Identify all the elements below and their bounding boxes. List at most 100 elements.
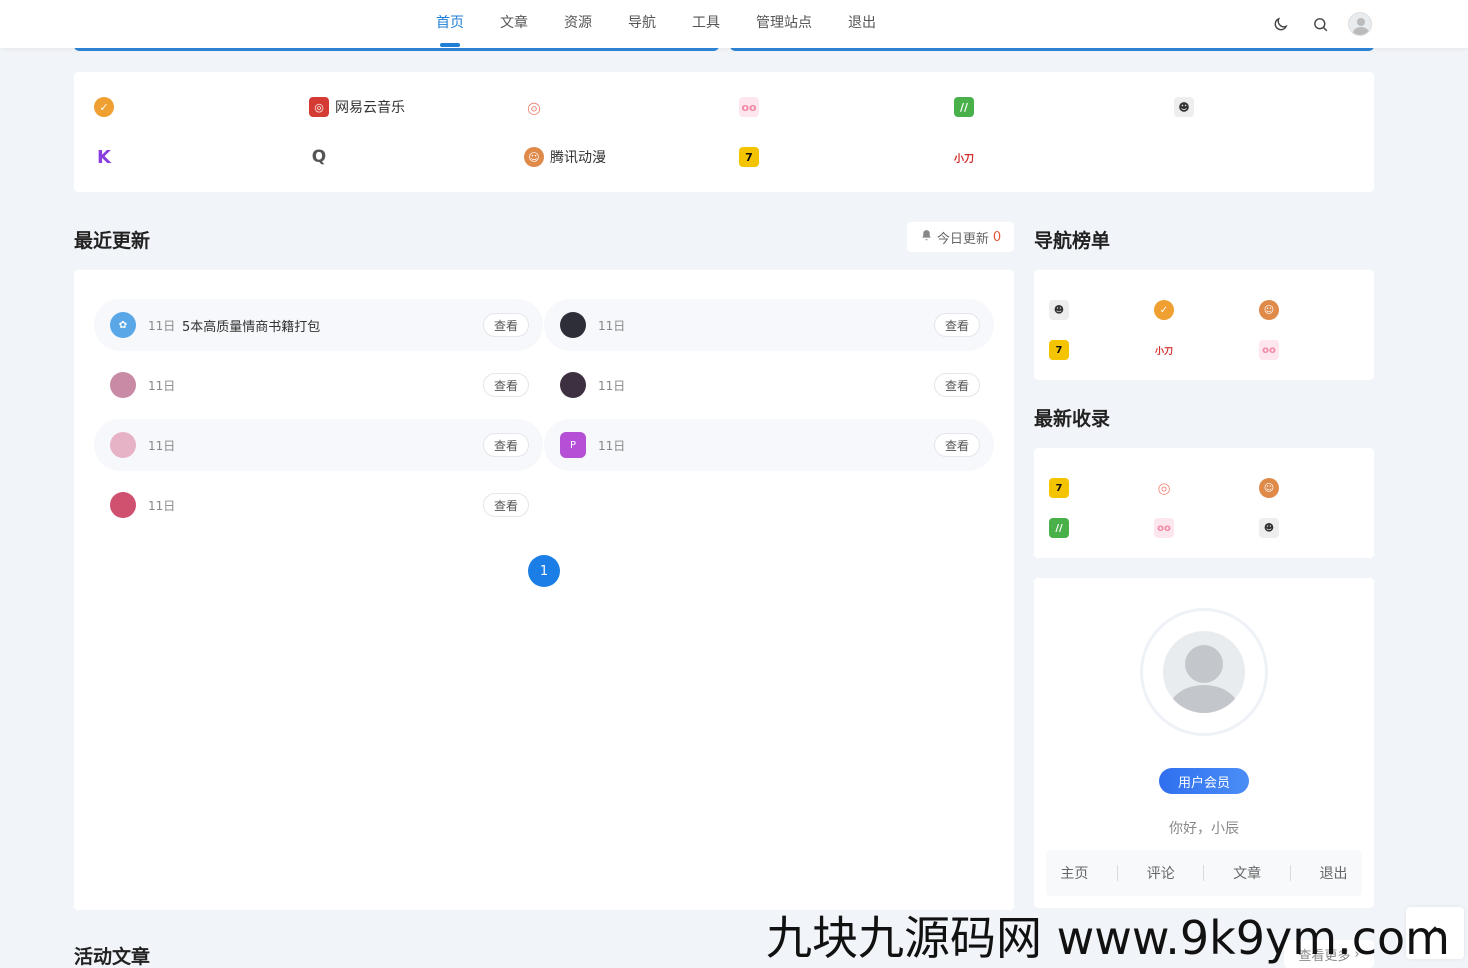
view-button[interactable]: 查看: [483, 493, 529, 517]
list-item[interactable]: ✿ 11日 5本高质量情商书籍打包 查看: [94, 299, 543, 351]
item-date: 11日: [148, 438, 176, 453]
link-item[interactable]: ◎: [524, 95, 550, 119]
user-menu: 主页 评论 文章 退出: [1046, 850, 1362, 896]
tencent-comic-icon: ☺: [524, 147, 544, 167]
link-item[interactable]: ☺ 腾讯动漫: [524, 145, 606, 169]
item-date: 11日: [148, 498, 176, 513]
pig-icon[interactable]: oo: [1259, 340, 1279, 360]
item-avatar: [560, 372, 586, 398]
nav-item-navigation[interactable]: 导航: [610, 0, 674, 48]
nav-item-logout[interactable]: 退出: [830, 0, 894, 48]
today-updates-label: 今日更新: [936, 231, 989, 247]
link-item[interactable]: //: [954, 95, 980, 119]
link-item[interactable]: 小刀: [954, 145, 980, 169]
seven-icon[interactable]: 7: [1049, 340, 1069, 360]
item-avatar: [110, 372, 136, 398]
q-letter-icon: Q: [309, 147, 329, 167]
divider: [1117, 865, 1119, 881]
item-date: 11日: [148, 378, 176, 393]
member-badge[interactable]: 用户会员: [1159, 768, 1249, 794]
item-date: 11日: [598, 438, 626, 453]
item-date: 11日: [598, 318, 626, 333]
link-grid: ✓ ◎ 网易云音乐 ◎ oo // ☻ K Q ☺ 腾讯动漫 7 小刀: [74, 72, 1374, 192]
list-item[interactable]: 11日 查看: [94, 359, 543, 411]
list-item[interactable]: P 11日 查看: [544, 419, 994, 471]
search-icon[interactable]: [1308, 12, 1332, 36]
link-item[interactable]: oo: [739, 95, 765, 119]
link-item[interactable]: K: [94, 145, 120, 169]
list-item[interactable]: 11日 查看: [544, 299, 994, 351]
nav-ranking-card: ☻ ✓ ☺ 7 小刀 oo: [1034, 270, 1374, 380]
today-updates-badge[interactable]: 今日更新 0: [907, 222, 1014, 252]
list-item[interactable]: 11日 查看: [94, 419, 543, 471]
divider: [1203, 865, 1205, 881]
user-avatar[interactable]: [1163, 631, 1245, 713]
user-menu-logout[interactable]: 退出: [1320, 863, 1348, 883]
item-title: 5本高质量情商书籍打包: [182, 319, 321, 335]
tencent-comic-icon[interactable]: ☺: [1259, 478, 1279, 498]
nav-item-resources[interactable]: 资源: [546, 0, 610, 48]
list-item[interactable]: 11日 查看: [544, 359, 994, 411]
link-item[interactable]: 7: [739, 145, 765, 169]
seven-icon: 7: [739, 147, 759, 167]
verified-badge-icon: ✓: [94, 97, 114, 117]
user-menu-comments[interactable]: 评论: [1147, 863, 1175, 883]
main-nav: 首页 文章 资源 导航 工具 管理站点 退出: [418, 0, 894, 48]
link-item[interactable]: ◎ 网易云音乐: [309, 95, 405, 119]
nav-ranking-title: 导航榜单: [1034, 230, 1111, 252]
tencent-comic-icon[interactable]: ☺: [1259, 300, 1279, 320]
target-icon: ◎: [524, 97, 544, 117]
avatar[interactable]: [1348, 12, 1372, 36]
view-button[interactable]: 查看: [483, 433, 529, 457]
pig-icon[interactable]: oo: [1154, 518, 1174, 538]
nav-item-tools[interactable]: 工具: [674, 0, 738, 48]
ninja-icon: ☻: [1174, 97, 1194, 117]
item-date: 11日: [148, 318, 176, 333]
bell-icon: [920, 229, 933, 246]
nav-item-home[interactable]: 首页: [418, 0, 482, 48]
link-item[interactable]: Q: [309, 145, 335, 169]
latest-included-card: 7 ◎ ☺ // oo ☻: [1034, 448, 1374, 558]
pagination-page-1[interactable]: 1: [528, 555, 560, 587]
user-profile-card: 用户会员 你好，小辰 主页 评论 文章 退出: [1034, 578, 1374, 908]
activity-articles-title: 活动文章: [74, 946, 151, 968]
user-greeting: 你好，小辰: [1169, 821, 1239, 837]
item-date: 11日: [598, 378, 626, 393]
link-label: 腾讯动漫: [550, 150, 606, 166]
divider: [1289, 865, 1291, 881]
ninja-icon[interactable]: ☻: [1049, 300, 1069, 320]
top-navbar: 首页 文章 资源 导航 工具 管理站点 退出: [0, 0, 1468, 48]
user-menu-home[interactable]: 主页: [1060, 863, 1088, 883]
view-button[interactable]: 查看: [934, 373, 980, 397]
today-updates-count: 0: [992, 229, 1002, 245]
view-button[interactable]: 查看: [934, 433, 980, 457]
leaf-app-icon[interactable]: //: [1049, 518, 1069, 538]
verified-badge-icon[interactable]: ✓: [1154, 300, 1174, 320]
ninja-icon[interactable]: ☻: [1259, 518, 1279, 538]
list-item[interactable]: 11日 查看: [94, 479, 543, 531]
xiaodao-icon: 小刀: [954, 147, 974, 167]
view-button[interactable]: 查看: [483, 373, 529, 397]
watermark: 九块九源码网 www.9k9ym.com: [766, 911, 1450, 965]
recent-updates-card: ✿ 11日 5本高质量情商书籍打包 查看 11日 查看 11日 查看 11日 查…: [74, 270, 1014, 910]
user-menu-articles[interactable]: 文章: [1233, 863, 1261, 883]
leaf-app-icon: //: [954, 97, 974, 117]
seven-icon[interactable]: 7: [1049, 478, 1069, 498]
link-item[interactable]: ✓: [94, 95, 120, 119]
link-item[interactable]: ☻: [1174, 95, 1200, 119]
pig-icon: oo: [739, 97, 759, 117]
netease-music-icon: ◎: [309, 97, 329, 117]
k-letter-icon: K: [94, 147, 114, 168]
nav-item-admin[interactable]: 管理站点: [738, 0, 830, 48]
item-avatar: ✿: [110, 312, 136, 338]
target-icon[interactable]: ◎: [1154, 478, 1174, 498]
xiaodao-icon[interactable]: 小刀: [1154, 340, 1174, 360]
link-label: 网易云音乐: [335, 100, 405, 116]
moon-icon[interactable]: [1268, 12, 1292, 36]
item-avatar: [560, 312, 586, 338]
view-button[interactable]: 查看: [934, 313, 980, 337]
view-button[interactable]: 查看: [483, 313, 529, 337]
nav-item-articles[interactable]: 文章: [482, 0, 546, 48]
item-avatar: P: [560, 432, 586, 458]
item-avatar: [110, 432, 136, 458]
